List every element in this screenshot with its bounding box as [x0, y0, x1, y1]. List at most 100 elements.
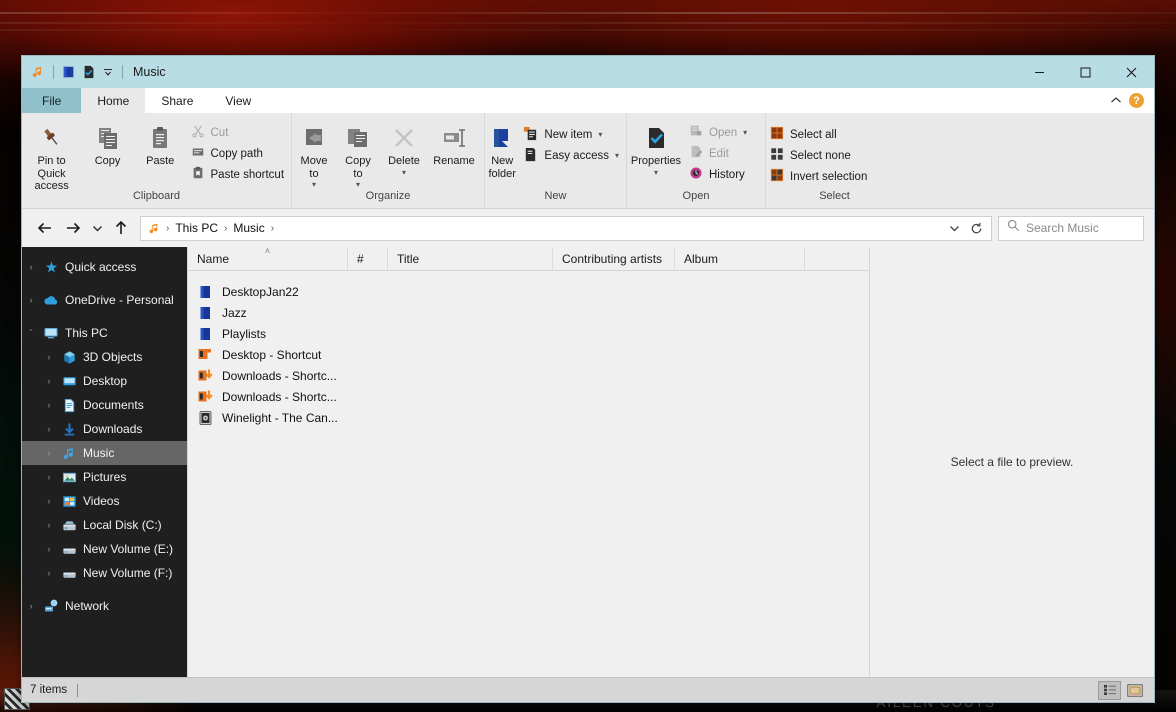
table-row[interactable]: Downloads - Shortc...	[188, 386, 869, 407]
copy-path-button[interactable]: Copy path	[187, 143, 292, 164]
paste-label: Paste	[146, 155, 175, 167]
expander-icon[interactable]: ›	[40, 352, 58, 362]
copy-button[interactable]: Copy	[81, 118, 134, 168]
paste-shortcut-button[interactable]: Paste shortcut	[187, 164, 292, 185]
column-header-track-number[interactable]: #	[348, 247, 388, 270]
minimize-button[interactable]	[1016, 56, 1062, 88]
table-row[interactable]: Downloads - Shortc...	[188, 365, 869, 386]
sidebar-item-3d-objects[interactable]: › 3D Objects	[22, 345, 187, 369]
sidebar-item-pictures[interactable]: › Pictures	[22, 465, 187, 489]
expander-icon[interactable]: ›	[40, 424, 58, 434]
table-row[interactable]: Playlists	[188, 323, 869, 344]
sidebar-item-new-volume-f[interactable]: › New Volume (F:)	[22, 561, 187, 585]
table-row[interactable]: Jazz	[188, 302, 869, 323]
column-header-contributing-artists[interactable]: Contributing artists	[553, 247, 675, 270]
select-none-label: Select none	[790, 149, 851, 162]
properties-button[interactable]: Properties ▾	[627, 118, 685, 177]
wallpaper-streak	[0, 29, 1176, 31]
blue-folder-icon[interactable]	[62, 65, 76, 79]
tab-file[interactable]: File	[22, 88, 82, 113]
recent-locations-button[interactable]	[88, 215, 106, 241]
search-input[interactable]: Search Music	[998, 215, 1144, 241]
address-dropdown-icon[interactable]	[943, 224, 965, 233]
new-folder-button[interactable]: New folder	[485, 118, 519, 180]
large-icons-view-button[interactable]	[1123, 681, 1146, 700]
sidebar-item-music[interactable]: › Music	[22, 441, 187, 465]
up-button[interactable]	[108, 215, 134, 241]
chevron-up-icon[interactable]	[1110, 95, 1122, 107]
sidebar-item-this-pc[interactable]: ˇ This PC	[22, 321, 187, 345]
expander-icon[interactable]: ›	[40, 568, 58, 578]
tab-home[interactable]: Home	[81, 88, 146, 113]
delete-button[interactable]: Delete ▾	[380, 118, 428, 177]
breadcrumb-this-pc[interactable]: This PC	[170, 219, 223, 237]
back-button[interactable]	[32, 215, 58, 241]
easy-access-button[interactable]: Easy access ▾	[519, 145, 626, 166]
invert-selection-button[interactable]: Invert selection	[766, 166, 874, 187]
group-label-organize: Organize	[365, 190, 411, 202]
sidebar-item-quick-access[interactable]: › Quick access	[22, 255, 187, 279]
tab-share[interactable]: Share	[145, 88, 209, 113]
breadcrumb[interactable]: › This PC › Music ›	[140, 215, 992, 241]
table-row[interactable]: Winelight - The Can...	[188, 407, 869, 428]
history-button[interactable]: History	[685, 164, 754, 185]
sidebar-item-videos[interactable]: › Videos	[22, 489, 187, 513]
help-button[interactable]: ?	[1129, 93, 1144, 108]
column-header-name[interactable]: ˄ Name	[188, 246, 348, 270]
copy-to-label: Copy to	[345, 155, 371, 180]
file-name: Downloads - Shortc...	[222, 368, 337, 383]
sidebar-item-onedrive[interactable]: › OneDrive - Personal	[22, 288, 187, 312]
sidebar-item-label: Local Disk (C:)	[83, 518, 162, 532]
preview-pane: Select a file to preview.	[869, 247, 1154, 677]
expander-icon[interactable]: ›	[40, 400, 58, 410]
close-button[interactable]	[1108, 56, 1154, 88]
paste-button[interactable]: Paste	[134, 118, 187, 168]
copy-to-button[interactable]: Copy to ▾	[336, 118, 380, 189]
expander-icon[interactable]: ›	[40, 544, 58, 554]
expander-icon[interactable]: ›	[40, 448, 58, 458]
open-button[interactable]: Open ▾	[685, 122, 754, 143]
file-name: Desktop - Shortcut	[222, 347, 322, 362]
table-row[interactable]: Desktop - Shortcut	[188, 344, 869, 365]
expander-icon[interactable]: ›	[40, 520, 58, 530]
select-all-button[interactable]: Select all	[766, 124, 874, 145]
sidebar-item-local-disk-c[interactable]: › Local Disk (C:)	[22, 513, 187, 537]
table-row[interactable]: DesktopJan22	[188, 281, 869, 302]
refresh-icon[interactable]	[965, 222, 987, 235]
sidebar-item-network[interactable]: › Network	[22, 594, 187, 618]
file-name: Downloads - Shortc...	[222, 389, 337, 404]
title-bar: Music	[22, 56, 1154, 88]
edit-button[interactable]: Edit	[685, 143, 754, 164]
details-view-button[interactable]	[1098, 680, 1121, 700]
expander-icon[interactable]: ›	[22, 295, 40, 305]
expander-icon[interactable]: ˇ	[22, 328, 40, 338]
expander-icon[interactable]: ›	[40, 376, 58, 386]
sidebar-item-downloads[interactable]: › Downloads	[22, 417, 187, 441]
expander-icon[interactable]: ›	[40, 496, 58, 506]
maximize-button[interactable]	[1062, 56, 1108, 88]
move-to-button[interactable]: Move to ▾	[292, 118, 336, 189]
expander-icon[interactable]: ›	[22, 601, 40, 611]
sidebar-item-documents[interactable]: › Documents	[22, 393, 187, 417]
sidebar-item-new-volume-e[interactable]: › New Volume (E:)	[22, 537, 187, 561]
column-header-album[interactable]: Album	[675, 247, 805, 270]
pin-to-quick-access-button[interactable]: Pin to Quick access	[22, 118, 81, 193]
rename-button[interactable]: Rename	[428, 118, 480, 168]
properties-check-icon[interactable]	[82, 65, 96, 79]
ribbon-group-open: Properties ▾ Open ▾ Edit History Open	[627, 113, 766, 208]
forward-button[interactable]	[60, 215, 86, 241]
tab-view[interactable]: View	[209, 88, 267, 113]
sidebar-item-desktop[interactable]: › Desktop	[22, 369, 187, 393]
expander-icon[interactable]: ›	[40, 472, 58, 482]
scissors-icon	[191, 124, 205, 141]
select-none-button[interactable]: Select none	[766, 145, 874, 166]
music-note-icon[interactable]	[31, 65, 45, 79]
cut-button[interactable]: Cut	[187, 122, 292, 143]
expander-icon[interactable]: ›	[22, 262, 40, 272]
cut-label: Cut	[210, 126, 229, 139]
new-item-button[interactable]: New item ▾	[519, 124, 626, 145]
file-name: DesktopJan22	[222, 284, 299, 299]
breadcrumb-music[interactable]: Music	[228, 219, 269, 237]
chevron-down-icon[interactable]	[102, 66, 114, 78]
column-header-title[interactable]: Title	[388, 247, 553, 270]
